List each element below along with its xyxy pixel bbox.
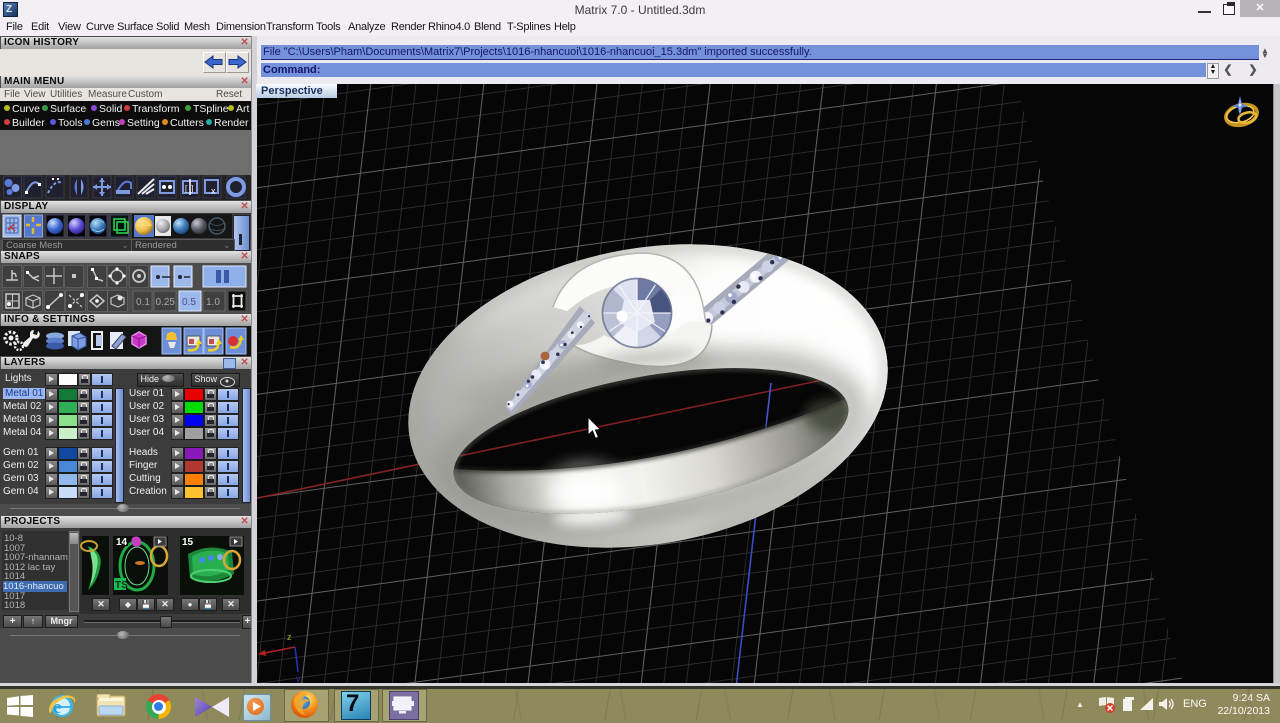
svg-text:z: z xyxy=(287,632,292,642)
svg-text:0.1: 0.1 xyxy=(136,297,150,308)
svg-text:0.5: 0.5 xyxy=(182,297,196,308)
svg-text:]: ] xyxy=(191,184,193,193)
svg-text:14: 14 xyxy=(116,537,128,548)
svg-text:0.25: 0.25 xyxy=(156,297,176,308)
svg-text:TS: TS xyxy=(115,580,128,591)
svg-text:x: x xyxy=(211,186,216,196)
svg-text:y: y xyxy=(296,674,301,683)
svg-text:15: 15 xyxy=(182,537,194,548)
svg-text:1.0: 1.0 xyxy=(206,297,220,308)
